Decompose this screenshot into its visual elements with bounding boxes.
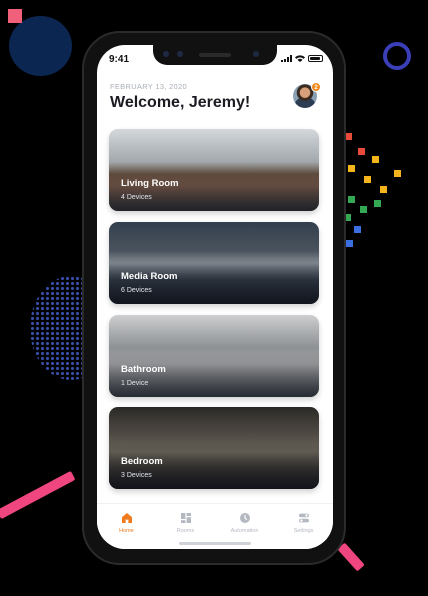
camera-icon bbox=[253, 51, 259, 57]
home-icon bbox=[121, 513, 132, 523]
decor-confetti bbox=[394, 170, 401, 177]
room-device-count: 4 Devices bbox=[121, 194, 152, 201]
sensor-icon bbox=[177, 51, 183, 57]
decor-stripe bbox=[337, 542, 365, 572]
tab-home[interactable]: Home bbox=[97, 504, 156, 549]
decor-confetti bbox=[380, 186, 387, 193]
decor-confetti bbox=[364, 176, 371, 183]
tab-label: Automation bbox=[230, 528, 259, 534]
room-name: Bathroom bbox=[121, 364, 166, 375]
wifi-icon bbox=[295, 55, 305, 62]
decor-confetti bbox=[360, 206, 367, 213]
room-name: Media Room bbox=[121, 271, 178, 282]
camera-icon bbox=[163, 51, 169, 57]
notification-badge[interactable]: 2 bbox=[311, 82, 321, 92]
room-name: Bedroom bbox=[121, 456, 163, 467]
clock-icon bbox=[239, 513, 250, 523]
room-device-count: 3 Devices bbox=[121, 472, 152, 479]
decor-square bbox=[8, 9, 22, 23]
tab-label: Rooms bbox=[176, 528, 195, 534]
tab-settings[interactable]: Settings bbox=[274, 504, 333, 549]
decor-confetti bbox=[354, 226, 361, 233]
decor-confetti bbox=[348, 196, 355, 203]
status-time: 9:41 bbox=[109, 54, 130, 65]
decor-confetti bbox=[346, 240, 353, 247]
status-icons bbox=[281, 55, 323, 62]
room-card-media-room[interactable]: Media Room 6 Devices bbox=[109, 222, 319, 304]
signal-icon bbox=[281, 55, 292, 62]
decor-circle bbox=[9, 16, 72, 76]
toggles-icon bbox=[298, 513, 309, 523]
room-device-count: 6 Devices bbox=[121, 287, 152, 294]
decor-confetti bbox=[372, 156, 379, 163]
room-card-living-room[interactable]: Living Room 4 Devices bbox=[109, 129, 319, 211]
room-card-bedroom[interactable]: Bedroom 3 Devices bbox=[109, 407, 319, 489]
decor-stripe bbox=[0, 470, 76, 520]
app-screen: 9:41 FEBRUARY 13, 2020 Welcome, Jeremy! … bbox=[97, 45, 333, 549]
current-date: FEBRUARY 13, 2020 bbox=[110, 82, 187, 91]
decor-ring bbox=[383, 42, 411, 70]
battery-icon bbox=[308, 55, 323, 62]
decor-confetti bbox=[374, 200, 381, 207]
home-indicator[interactable] bbox=[179, 542, 251, 545]
decor-confetti bbox=[345, 133, 352, 140]
decor-confetti bbox=[358, 148, 365, 155]
room-name: Living Room bbox=[121, 178, 179, 189]
grid-icon bbox=[180, 513, 191, 523]
tab-label: Settings bbox=[293, 528, 314, 534]
app-screenshot: 9:41 FEBRUARY 13, 2020 Welcome, Jeremy! … bbox=[0, 0, 428, 596]
tab-label: Home bbox=[119, 528, 134, 534]
room-device-count: 1 Device bbox=[121, 380, 149, 387]
welcome-heading: Welcome, Jeremy! bbox=[110, 94, 251, 111]
room-card-bathroom[interactable]: Bathroom 1 Device bbox=[109, 315, 319, 397]
speaker-grille bbox=[199, 53, 231, 57]
decor-confetti bbox=[348, 165, 355, 172]
phone-notch bbox=[153, 45, 277, 65]
